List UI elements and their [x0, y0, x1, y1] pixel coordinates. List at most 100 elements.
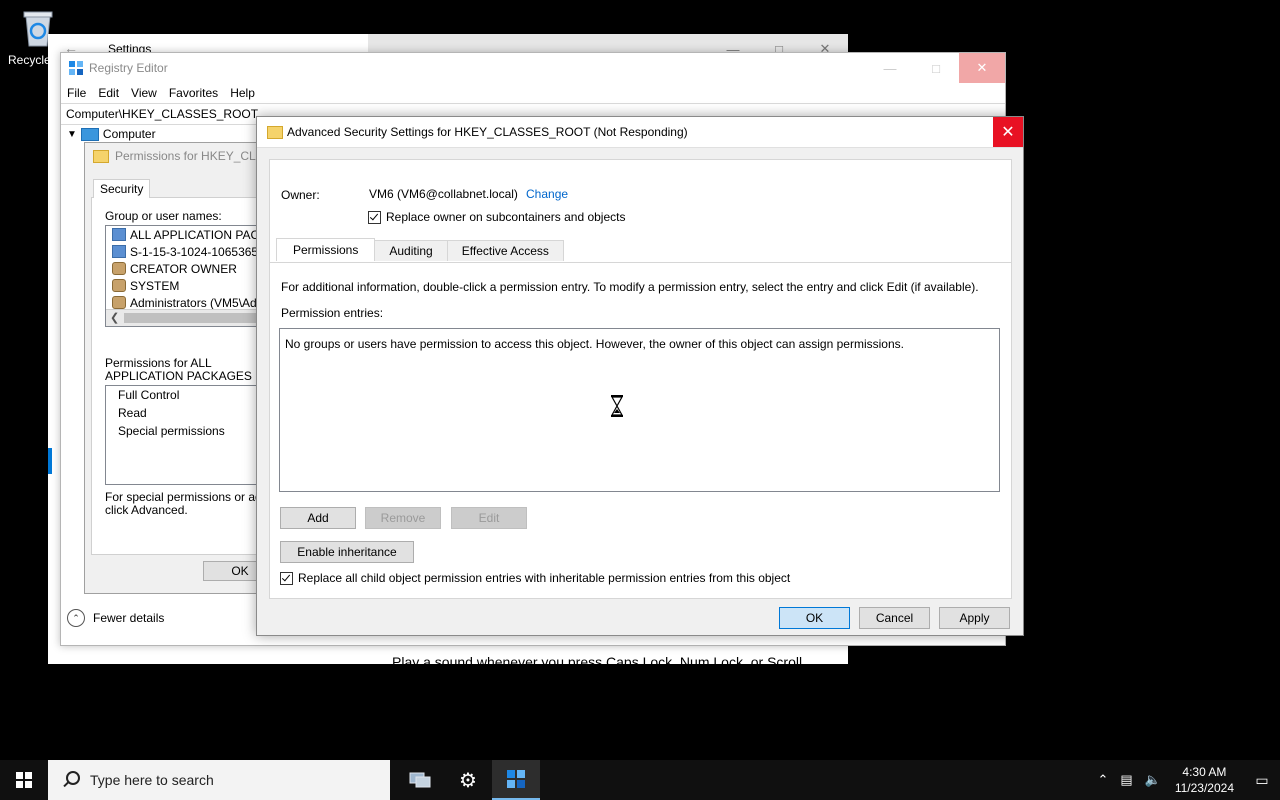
tree-item-label: Computer [102, 127, 156, 141]
tab-permissions[interactable]: Permissions [276, 238, 376, 261]
list-item[interactable]: CREATOR OWNER [106, 260, 276, 277]
permission-entries-label: Permission entries: [281, 306, 384, 320]
checkbox-checked-icon[interactable] [368, 210, 381, 224]
clock[interactable]: 4:30 AM 11/23/2024 [1175, 764, 1234, 796]
permission-item: Full Control [118, 388, 180, 402]
chevron-down-icon[interactable]: ▼ [67, 129, 77, 140]
regedit-titlebar: Registry Editor — □ ✕ [61, 53, 1005, 83]
menu-favorites[interactable]: Favorites [169, 86, 218, 100]
system-tray: ⌃ ▤ 🔈 4:30 AM 11/23/2024 ▭ [1091, 760, 1280, 800]
settings-nav-selection-marker [48, 448, 52, 474]
group-label: Group or user names: [105, 209, 222, 223]
add-button[interactable]: Add [280, 507, 356, 529]
users-icon [112, 279, 126, 292]
list-item[interactable]: S-1-15-3-1024-1065365936 [106, 243, 276, 260]
permission-item: Read [118, 406, 147, 420]
enable-inheritance-button[interactable]: Enable inheritance [280, 541, 414, 563]
list-item[interactable]: ALL APPLICATION PACKA [106, 226, 276, 243]
start-button[interactable] [0, 760, 48, 800]
menu-help[interactable]: Help [230, 86, 255, 100]
fewer-details-label: Fewer details [93, 611, 165, 625]
advanced-title: Advanced Security Settings for HKEY_CLAS… [287, 125, 688, 139]
regedit-title: Registry Editor [89, 61, 168, 75]
permission-entries-list[interactable]: No groups or users have permission to ac… [279, 328, 1000, 492]
notification-icon[interactable]: ▭ [1244, 760, 1280, 800]
scrollbar-thumb[interactable] [124, 313, 274, 323]
users-icon [112, 296, 126, 309]
network-icon[interactable]: ▤ [1120, 772, 1132, 788]
sid-icon [112, 245, 126, 258]
registry-editor-icon [507, 770, 525, 788]
app-packages-icon [112, 228, 126, 241]
volume-muted-icon[interactable]: 🔈 [1145, 772, 1161, 788]
ok-button[interactable]: OK [779, 607, 850, 629]
replace-child-checkbox[interactable]: Replace all child object permission entr… [280, 571, 790, 585]
advanced-titlebar: Advanced Security Settings for HKEY_CLAS… [257, 117, 1023, 148]
close-icon[interactable]: ✕ [959, 53, 1005, 83]
maximize-icon[interactable]: □ [913, 53, 959, 83]
change-owner-link[interactable]: Change [526, 187, 568, 201]
user-name: Administrators (VM5\Admin [130, 295, 277, 310]
search-icon [62, 771, 80, 789]
edit-button[interactable]: Edit [451, 507, 527, 529]
chevron-up-icon[interactable]: ⌃ [1097, 772, 1108, 788]
apply-button[interactable]: Apply [939, 607, 1010, 629]
computer-icon [80, 127, 99, 141]
permission-item: Special permissions [118, 424, 225, 438]
advanced-tabs: Permissions Auditing Effective Access [276, 238, 564, 262]
cancel-button[interactable]: Cancel [859, 607, 930, 629]
user-list[interactable]: ALL APPLICATION PACKA S-1-15-3-1024-1065… [105, 225, 277, 327]
owner-value: VM6 (VM6@collabnet.local) [369, 187, 518, 201]
regedit-menubar: File Edit View Favorites Help [61, 83, 1005, 103]
permissions-for-label: Permissions for ALL APPLICATION PACKAGES [105, 357, 252, 383]
owner-label: Owner: [281, 188, 320, 202]
permissions-dialog: Permissions for HKEY_CLAS Security Group… [84, 142, 281, 594]
chevron-left-icon[interactable]: ❮ [110, 311, 119, 324]
windows-logo-icon [16, 772, 32, 788]
horizontal-scrollbar[interactable]: ❮ [106, 309, 276, 326]
user-name: CREATOR OWNER [130, 261, 237, 276]
clock-date: 11/23/2024 [1174, 781, 1234, 795]
tab-auditing[interactable]: Auditing [374, 240, 448, 261]
folder-icon [267, 126, 283, 139]
menu-edit[interactable]: Edit [98, 86, 119, 100]
remove-button[interactable]: Remove [365, 507, 441, 529]
hourglass-cursor-icon [610, 395, 624, 417]
permissions-for-line2: APPLICATION PACKAGES [105, 369, 252, 383]
regedit-window-controls: — □ ✕ [867, 53, 1005, 83]
info-text: For additional information, double-click… [281, 280, 979, 294]
taskbar-search[interactable]: Type here to search [48, 760, 390, 800]
settings-sound-option-text: Play a sound whenever you press Caps Loc… [392, 654, 803, 670]
minimize-icon[interactable]: — [867, 53, 913, 83]
user-name: SYSTEM [130, 278, 180, 293]
registry-editor-icon [69, 61, 83, 75]
menu-file[interactable]: File [67, 86, 86, 100]
replace-owner-checkbox[interactable]: Replace owner on subcontainers and objec… [368, 210, 625, 224]
tab-divider [270, 262, 1011, 263]
list-item[interactable]: SYSTEM [106, 277, 276, 294]
fewer-details-button[interactable]: ⌃ Fewer details [67, 609, 164, 627]
user-name: ALL APPLICATION PACKA [130, 227, 276, 242]
tab-security[interactable]: Security [93, 179, 151, 198]
permissions-titlebar: Permissions for HKEY_CLAS [93, 149, 272, 163]
folder-icon [93, 149, 109, 163]
taskbar-app-settings[interactable]: ⚙ [444, 760, 492, 800]
taskbar: Type here to search ⚙ ⌃ ▤ 🔈 4:30 AM 11/2… [0, 760, 1280, 800]
checkbox-checked-icon[interactable] [280, 571, 293, 585]
advanced-security-dialog: Advanced Security Settings for HKEY_CLAS… [256, 116, 1024, 636]
chevron-up-icon: ⌃ [67, 609, 85, 627]
close-icon[interactable]: ✕ [993, 117, 1023, 147]
users-icon [112, 262, 126, 275]
clock-time: 4:30 AM [1182, 765, 1227, 779]
advanced-body: Owner: VM6 (VM6@collabnet.local) Change … [269, 159, 1012, 599]
computer-network-icon [409, 772, 431, 788]
tab-effective-access[interactable]: Effective Access [446, 240, 564, 261]
gear-icon: ⚙ [459, 769, 477, 792]
special-permissions-note: For special permissions or advan click A… [105, 491, 281, 517]
user-name: S-1-15-3-1024-1065365936 [130, 244, 277, 259]
tree-item-computer[interactable]: ▼ Computer [67, 127, 156, 141]
taskbar-app-network-icon[interactable] [396, 760, 444, 800]
taskbar-app-registry-editor[interactable] [492, 760, 540, 800]
replace-owner-label: Replace owner on subcontainers and objec… [386, 210, 626, 224]
menu-view[interactable]: View [131, 86, 157, 100]
